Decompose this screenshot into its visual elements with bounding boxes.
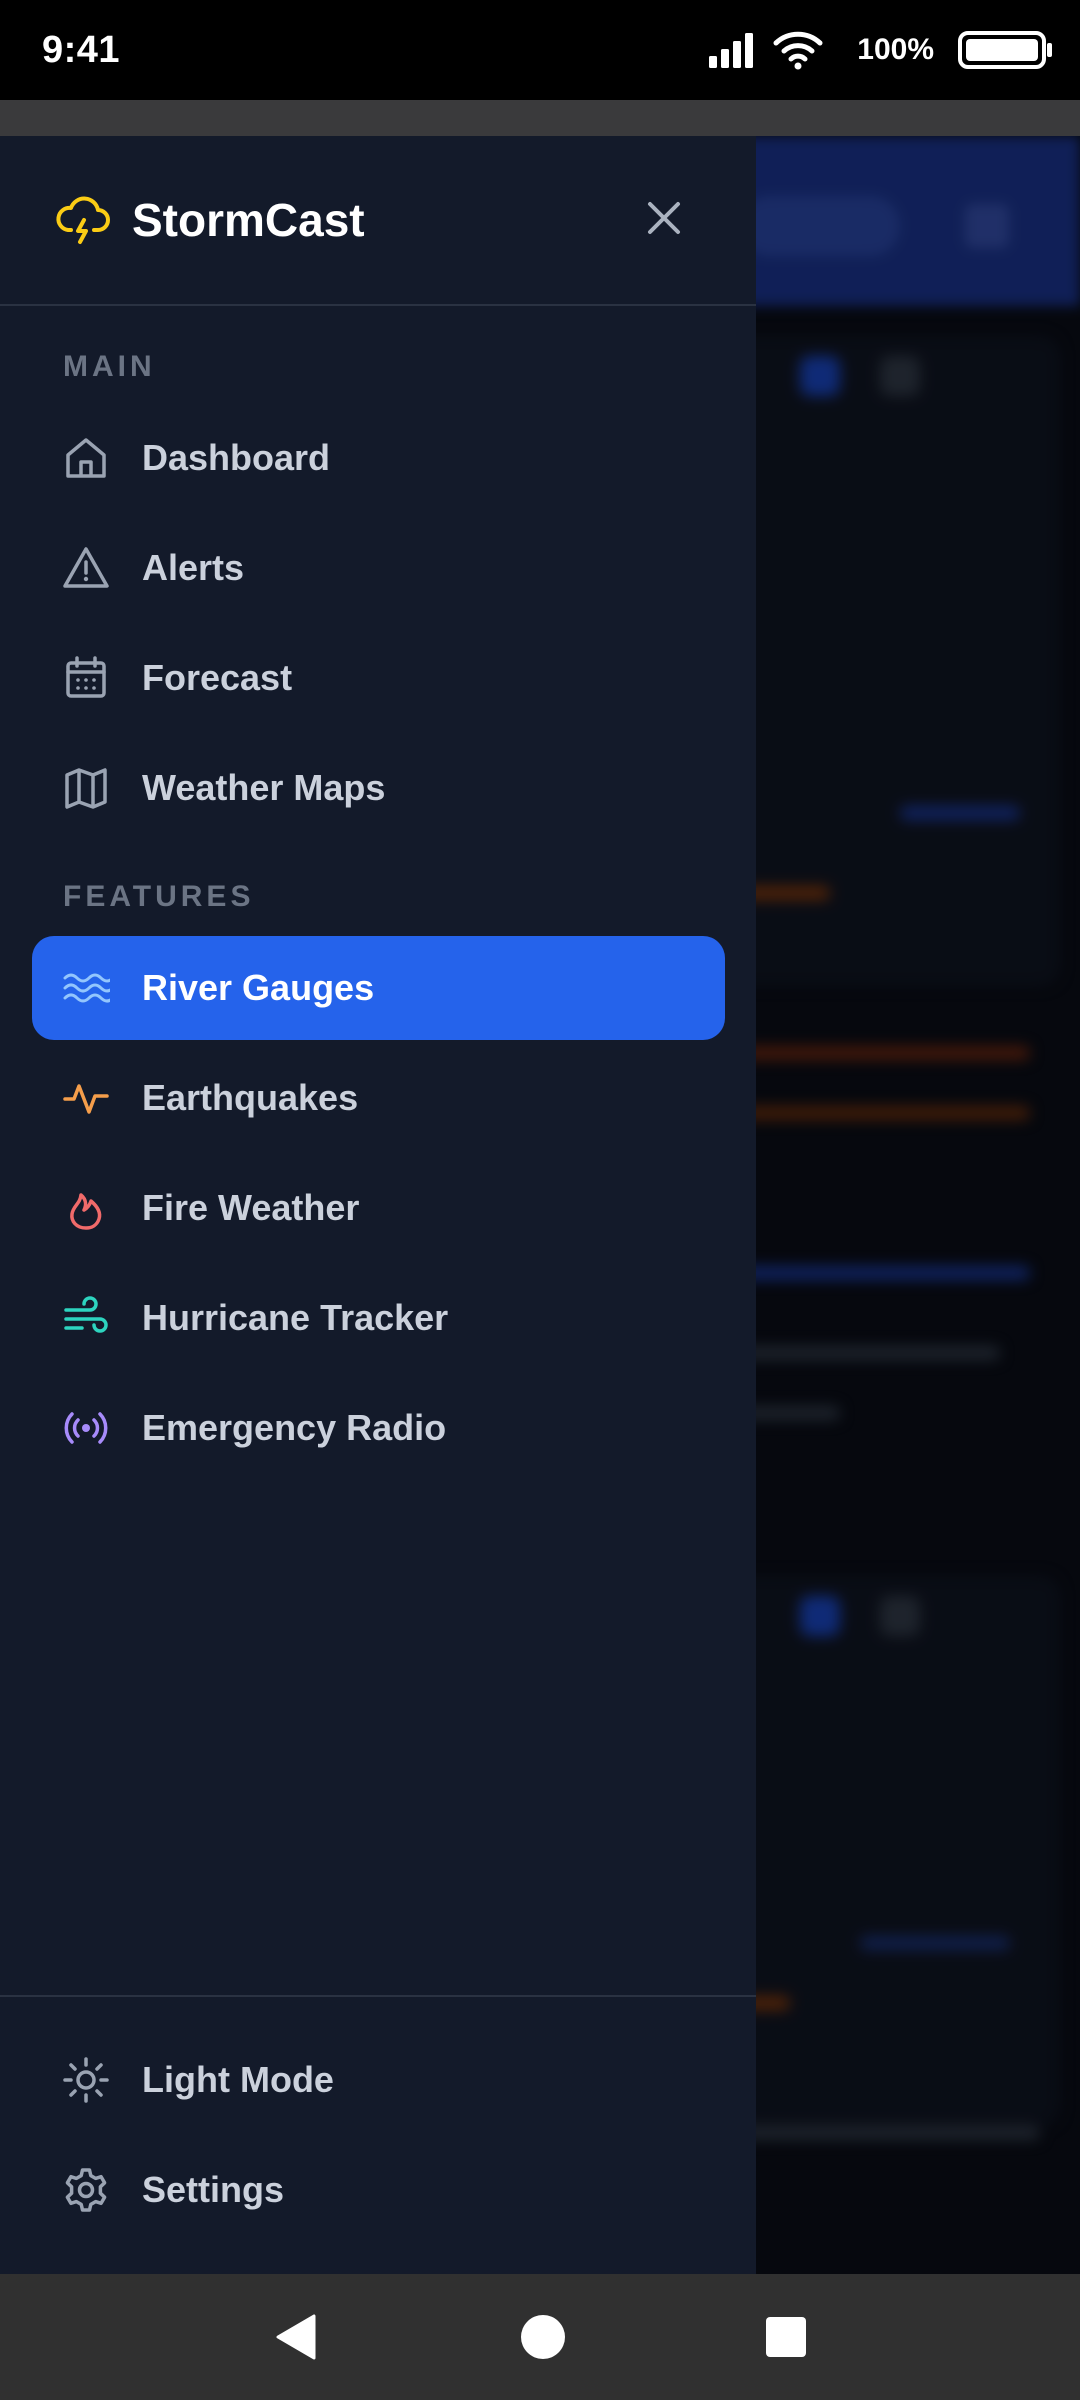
status-bar: 9:41 100% [0, 0, 1080, 100]
radio-icon [64, 1412, 108, 1444]
back-button[interactable] [272, 2312, 322, 2362]
nav-item-label: Alerts [142, 547, 245, 588]
section-label-features: FEATURES [63, 880, 255, 913]
nav-item-label: Dashboard [142, 437, 331, 478]
gear-icon [65, 2168, 107, 2212]
waves-icon [63, 973, 110, 1003]
warning-triangle-icon [63, 547, 109, 588]
nav-item-emergency-radio[interactable]: Emergency Radio [32, 1376, 725, 1480]
calendar-icon [66, 656, 106, 698]
status-icons: 100% [709, 30, 1054, 70]
close-icon[interactable] [640, 194, 688, 242]
nav-item-label: Emergency Radio [142, 1407, 447, 1448]
wifi-icon [773, 31, 823, 70]
home-button[interactable] [518, 2312, 568, 2362]
flame-icon [70, 1193, 102, 1230]
storm-cloud-logo-icon [56, 196, 110, 244]
home-circle-icon [521, 2315, 565, 2359]
nav-item-label: Settings [142, 2169, 285, 2210]
drawer-header: StormCast [0, 136, 756, 306]
nav-item-earthquakes[interactable]: Earthquakes [32, 1046, 725, 1150]
nav-item-fire-weather[interactable]: Fire Weather [32, 1156, 725, 1260]
navigation-drawer: StormCast MAIN Dashboard Alerts Forecast [0, 136, 756, 2274]
sun-icon [63, 2057, 109, 2103]
nav-item-settings[interactable]: Settings [32, 2138, 725, 2242]
status-time: 9:41 [42, 28, 121, 71]
nav-item-label: Earthquakes [142, 1077, 359, 1118]
nav-item-label: Forecast [142, 657, 293, 698]
recents-button[interactable] [764, 2315, 808, 2359]
recents-square-icon [766, 2317, 806, 2357]
nav-item-alerts[interactable]: Alerts [32, 516, 725, 620]
nav-item-label: Light Mode [142, 2059, 334, 2100]
activity-icon [63, 1084, 109, 1114]
battery-percent: 100% [857, 33, 934, 66]
drawer-footer-divider [0, 1995, 756, 1997]
nav-item-weather-maps[interactable]: Weather Maps [32, 736, 725, 840]
battery-icon [958, 31, 1052, 69]
wind-icon [64, 1296, 108, 1333]
system-navigation-bar [0, 2274, 1080, 2400]
nav-item-forecast[interactable]: Forecast [32, 626, 725, 730]
app-brand-name: StormCast [132, 194, 365, 246]
app-top-strip [0, 100, 1080, 136]
nav-item-label: Hurricane Tracker [142, 1297, 449, 1338]
nav-item-label: Weather Maps [142, 767, 386, 808]
nav-item-label: River Gauges [142, 967, 375, 1008]
section-label-main: MAIN [63, 350, 156, 383]
nav-item-hurricane-tracker[interactable]: Hurricane Tracker [32, 1266, 725, 1370]
nav-item-river-gauges[interactable]: River Gauges [32, 936, 725, 1040]
nav-item-label: Fire Weather [142, 1187, 360, 1228]
nav-item-dashboard[interactable]: Dashboard [32, 406, 725, 510]
nav-item-light-mode[interactable]: Light Mode [32, 2028, 725, 2132]
home-icon [66, 438, 106, 478]
back-triangle-icon [276, 2314, 316, 2360]
map-icon [65, 768, 107, 809]
signal-icon [709, 33, 754, 68]
